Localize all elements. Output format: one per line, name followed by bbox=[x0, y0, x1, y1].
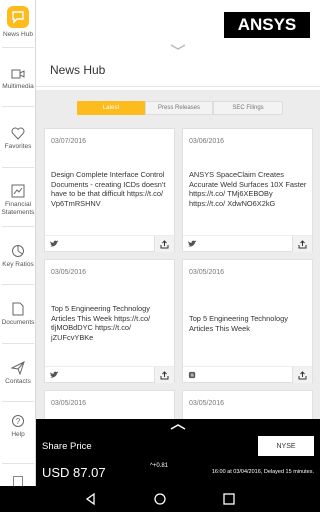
comment-icon bbox=[7, 6, 29, 28]
twitter-icon bbox=[188, 240, 197, 247]
news-card[interactable]: 03/06/2016 ANSYS SpaceClaim Creates Accu… bbox=[182, 128, 313, 252]
heart-icon bbox=[11, 127, 25, 140]
share-icon bbox=[160, 239, 169, 248]
share-price-title: Share Price bbox=[42, 441, 92, 452]
home-icon[interactable] bbox=[153, 492, 167, 506]
tab-press-releases[interactable]: Press Releases bbox=[145, 101, 213, 115]
price-change-value: +0.81 bbox=[152, 463, 169, 469]
news-text: Design Complete Interface Control Docume… bbox=[51, 170, 166, 208]
sidebar-item-help[interactable]: ? Help bbox=[0, 414, 36, 439]
share-button[interactable] bbox=[154, 236, 174, 252]
card-footer bbox=[183, 366, 312, 383]
video-camera-icon bbox=[11, 69, 25, 79]
sidebar-item-contacts[interactable]: Contacts bbox=[0, 361, 36, 386]
app-root: News Hub Multimedia Favorites Financial … bbox=[0, 0, 320, 512]
tab-sec-filings[interactable]: SEC Filings bbox=[213, 101, 283, 115]
logo-text: ANSYS bbox=[237, 15, 297, 34]
sidebar-item-label: Contacts bbox=[5, 378, 31, 385]
price-change: ^+0.81 bbox=[150, 463, 169, 469]
help-icon: ? bbox=[12, 415, 24, 427]
sidebar-item-documents[interactable]: Documents bbox=[0, 302, 36, 327]
share-button[interactable] bbox=[292, 236, 312, 252]
news-text: ANSYS SpaceClaim Creates Accurate Weld S… bbox=[189, 170, 307, 208]
more-icon[interactable] bbox=[13, 476, 23, 486]
page-title: News Hub bbox=[50, 63, 106, 77]
share-button[interactable] bbox=[292, 367, 312, 383]
sidebar-item-label: Financial Statements bbox=[1, 201, 35, 216]
sidebar-item-label: News Hub bbox=[3, 31, 33, 38]
exchange-selector[interactable]: NYSE bbox=[258, 436, 314, 456]
pie-chart-icon bbox=[12, 245, 24, 257]
sidebar-item-multimedia[interactable]: Multimedia bbox=[0, 68, 36, 91]
share-icon bbox=[298, 370, 307, 379]
back-icon[interactable] bbox=[84, 492, 98, 506]
share-icon bbox=[298, 239, 307, 248]
card-footer bbox=[183, 235, 312, 252]
sidebar-item-label: Multimedia bbox=[2, 83, 34, 90]
ansys-logo: ANSYS bbox=[224, 12, 310, 38]
sidebar-item-financial-statements[interactable]: Financial Statements bbox=[0, 184, 36, 217]
news-card[interactable]: 03/05/2016 Top 5 Engineering Technology … bbox=[44, 259, 175, 383]
card-footer bbox=[45, 366, 174, 383]
svg-text:?: ? bbox=[16, 417, 21, 426]
sidebar-item-label: Help bbox=[11, 431, 25, 438]
sidebar: News Hub Multimedia Favorites Financial … bbox=[0, 0, 36, 486]
share-price-panel: Share Price NYSE USD 87.07 ^+0.81 16:00 … bbox=[36, 419, 320, 486]
system-nav-bar bbox=[0, 486, 320, 512]
news-card[interactable]: 03/05/2016 Top 5 Engineering Technology … bbox=[182, 259, 313, 383]
card-footer bbox=[45, 235, 174, 252]
news-date: 03/05/2016 bbox=[189, 400, 225, 407]
news-date: 03/05/2016 bbox=[51, 400, 87, 407]
sidebar-item-favorites[interactable]: Favorites bbox=[0, 127, 36, 151]
news-text: Top 5 Engineering Technology Articles Th… bbox=[189, 314, 288, 333]
share-price-value: USD 87.07 bbox=[42, 465, 106, 480]
tab-latest[interactable]: Latest bbox=[77, 101, 145, 115]
chart-icon bbox=[11, 184, 25, 198]
twitter-icon bbox=[50, 240, 59, 247]
news-date: 03/06/2016 bbox=[189, 138, 225, 145]
blogger-icon bbox=[188, 371, 196, 379]
sidebar-item-label: Key Ratios bbox=[2, 261, 34, 268]
news-date: 03/05/2016 bbox=[189, 269, 225, 276]
sidebar-item-label: Favorites bbox=[4, 143, 32, 150]
header: ANSYS News Hub bbox=[36, 0, 320, 90]
chevron-up-icon[interactable] bbox=[170, 424, 186, 430]
chevron-down-icon[interactable] bbox=[170, 44, 186, 50]
news-date: 03/05/2016 bbox=[51, 269, 87, 276]
recents-icon[interactable] bbox=[222, 492, 236, 506]
sidebar-item-label: Documents bbox=[1, 319, 35, 326]
document-icon bbox=[12, 302, 24, 316]
sidebar-item-news-hub[interactable]: News Hub bbox=[0, 6, 36, 39]
news-tabs: Latest Press Releases SEC Filings bbox=[77, 101, 283, 115]
share-icon bbox=[160, 370, 169, 379]
paper-plane-icon bbox=[11, 361, 25, 375]
news-text: Top 5 Engineering Technology Articles Th… bbox=[51, 304, 151, 342]
price-timestamp: 16:00 at 03/04/2016, Delayed 15 minutes. bbox=[211, 469, 314, 475]
news-date: 03/07/2016 bbox=[51, 138, 87, 145]
share-button[interactable] bbox=[154, 367, 174, 383]
news-card[interactable]: 03/07/2016 Design Complete Interface Con… bbox=[44, 128, 175, 252]
twitter-icon bbox=[50, 371, 59, 378]
sidebar-item-key-ratios[interactable]: Key Ratios bbox=[0, 244, 36, 269]
